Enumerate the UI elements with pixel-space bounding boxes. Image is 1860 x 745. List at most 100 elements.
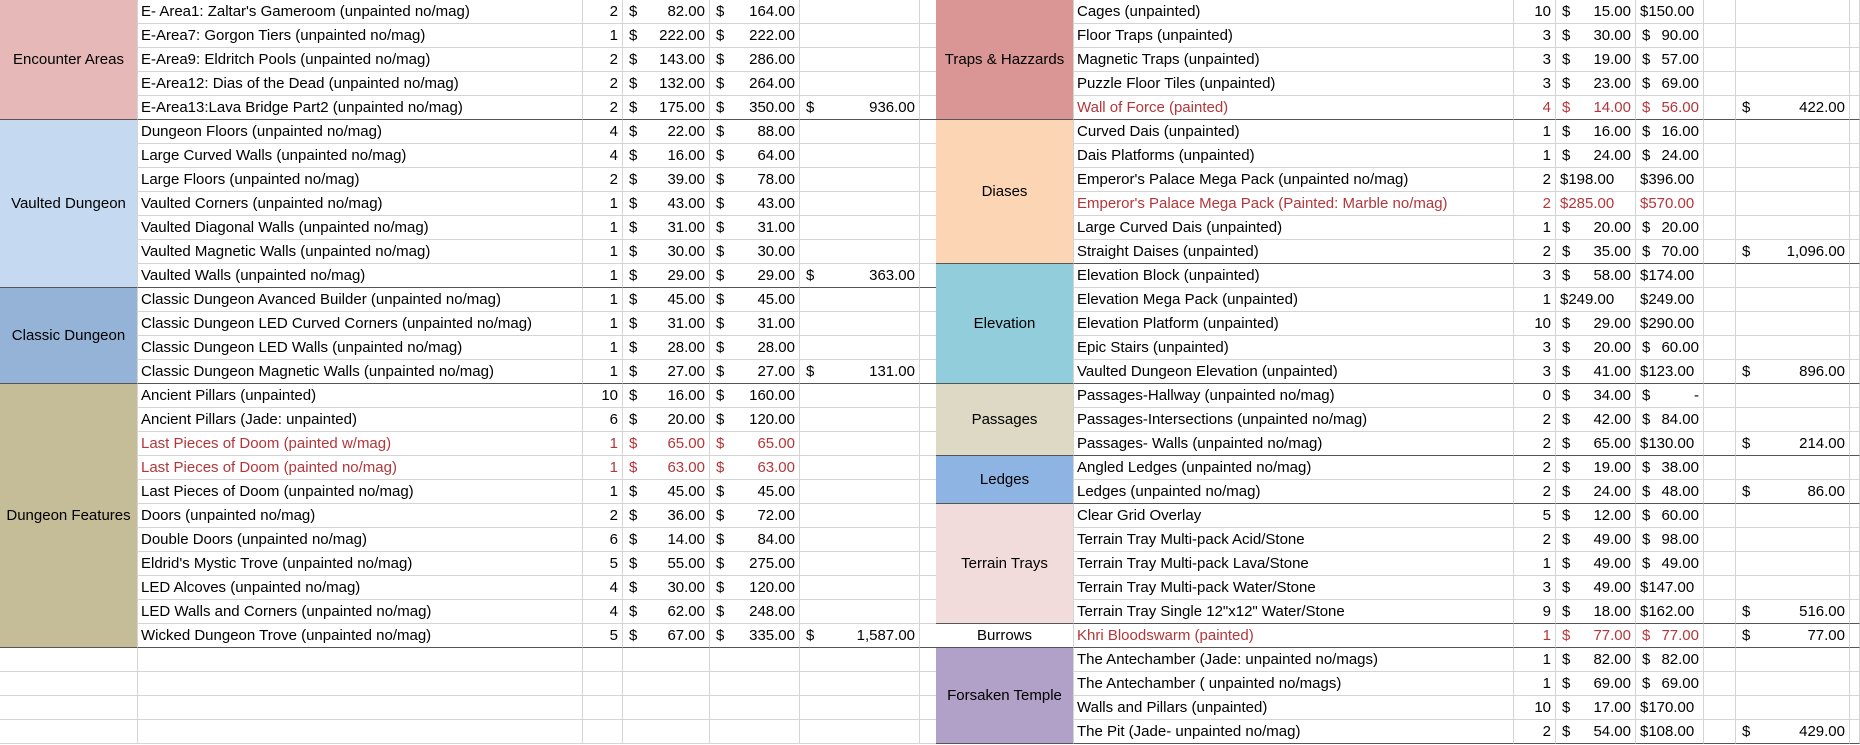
item-name-cell[interactable]: Large Floors (unpainted no/mag) xyxy=(138,168,583,192)
line-total-cell[interactable]: $31.00 xyxy=(710,216,800,240)
unit-price-cell[interactable]: $12.00 xyxy=(1556,504,1636,528)
unit-price-cell[interactable]: $31.00 xyxy=(623,312,710,336)
unit-price-cell[interactable]: $77.00 xyxy=(1556,624,1636,648)
unit-price-cell[interactable]: $65.00 xyxy=(623,432,710,456)
empty-cell[interactable] xyxy=(0,648,138,672)
unit-price-cell[interactable]: $19.00 xyxy=(1556,48,1636,72)
empty-cell[interactable] xyxy=(800,720,920,744)
line-total-cell[interactable]: $290.00 xyxy=(1636,312,1704,336)
line-total-cell[interactable]: $64.00 xyxy=(710,144,800,168)
unit-price-cell[interactable]: $42.00 xyxy=(1556,408,1636,432)
quantity-cell[interactable]: 4 xyxy=(583,144,623,168)
quantity-cell[interactable]: 1 xyxy=(1514,216,1556,240)
empty-cell[interactable] xyxy=(1850,672,1860,696)
empty-cell[interactable] xyxy=(1704,120,1736,144)
unit-price-cell[interactable]: $36.00 xyxy=(623,504,710,528)
empty-cell[interactable] xyxy=(0,720,138,744)
unit-price-cell[interactable]: $29.00 xyxy=(623,264,710,288)
quantity-cell[interactable]: 3 xyxy=(1514,24,1556,48)
unit-price-cell[interactable]: $54.00 xyxy=(1556,720,1636,744)
unit-price-cell[interactable]: $19.00 xyxy=(1556,456,1636,480)
empty-cell[interactable] xyxy=(1704,576,1736,600)
quantity-cell[interactable]: 4 xyxy=(583,576,623,600)
item-name-cell[interactable]: E-Area12: Dias of the Dead (unpainted no… xyxy=(138,72,583,96)
line-total-cell[interactable]: $150.00 xyxy=(1636,0,1704,24)
line-total-cell[interactable]: $123.00 xyxy=(1636,360,1704,384)
empty-cell[interactable] xyxy=(1736,312,1850,336)
unit-price-cell[interactable]: $35.00 xyxy=(1556,240,1636,264)
empty-cell[interactable] xyxy=(1704,192,1736,216)
empty-cell[interactable] xyxy=(1704,216,1736,240)
quantity-cell[interactable]: 3 xyxy=(1514,360,1556,384)
line-total-cell[interactable]: $ - xyxy=(1636,384,1704,408)
empty-cell[interactable] xyxy=(1850,456,1860,480)
quantity-cell[interactable]: 4 xyxy=(1514,96,1556,120)
unit-price-cell[interactable]: $24.00 xyxy=(1556,480,1636,504)
empty-cell[interactable] xyxy=(1850,552,1860,576)
quantity-cell[interactable]: 1 xyxy=(583,456,623,480)
unit-price-cell[interactable]: $82.00 xyxy=(1556,648,1636,672)
empty-cell[interactable] xyxy=(800,168,920,192)
empty-cell[interactable] xyxy=(1850,72,1860,96)
empty-cell[interactable] xyxy=(1736,672,1850,696)
empty-cell[interactable] xyxy=(1704,528,1736,552)
empty-cell[interactable] xyxy=(1704,552,1736,576)
line-total-cell[interactable]: $45.00 xyxy=(710,288,800,312)
quantity-cell[interactable]: 10 xyxy=(1514,312,1556,336)
item-name-cell[interactable]: The Pit (Jade- unpainted no/mag) xyxy=(1074,720,1514,744)
line-total-cell[interactable]: $72.00 xyxy=(710,504,800,528)
unit-price-cell[interactable]: $132.00 xyxy=(623,72,710,96)
empty-cell[interactable] xyxy=(800,216,920,240)
empty-cell[interactable] xyxy=(1736,576,1850,600)
item-name-cell[interactable]: Ancient Pillars (unpainted) xyxy=(138,384,583,408)
item-name-cell[interactable]: Vaulted Dungeon Elevation (unpainted) xyxy=(1074,360,1514,384)
empty-cell[interactable] xyxy=(800,192,920,216)
unit-price-cell[interactable]: $82.00 xyxy=(623,0,710,24)
item-name-cell[interactable]: Last Pieces of Doom (painted w/mag) xyxy=(138,432,583,456)
empty-cell[interactable] xyxy=(800,336,920,360)
item-name-cell[interactable]: Elevation Platform (unpainted) xyxy=(1074,312,1514,336)
unit-price-cell[interactable]: $27.00 xyxy=(623,360,710,384)
item-name-cell[interactable]: Clear Grid Overlay xyxy=(1074,504,1514,528)
item-name-cell[interactable]: The Antechamber (Jade: unpainted no/mags… xyxy=(1074,648,1514,672)
unit-price-cell[interactable]: $22.00 xyxy=(623,120,710,144)
empty-cell[interactable] xyxy=(0,696,138,720)
quantity-cell[interactable]: 1 xyxy=(1514,288,1556,312)
quantity-cell[interactable]: 1 xyxy=(583,336,623,360)
empty-cell[interactable] xyxy=(1704,336,1736,360)
item-name-cell[interactable]: Passages- Walls (unpainted no/mag) xyxy=(1074,432,1514,456)
item-name-cell[interactable]: Wall of Force (painted) xyxy=(1074,96,1514,120)
empty-cell[interactable] xyxy=(800,384,920,408)
quantity-cell[interactable]: 1 xyxy=(1514,120,1556,144)
line-total-cell[interactable]: $60.00 xyxy=(1636,504,1704,528)
line-total-cell[interactable]: $160.00 xyxy=(710,384,800,408)
empty-cell[interactable] xyxy=(1704,384,1736,408)
item-name-cell[interactable]: E- Area1: Zaltar's Gameroom (unpainted n… xyxy=(138,0,583,24)
empty-cell[interactable] xyxy=(800,288,920,312)
line-total-cell[interactable]: $147.00 xyxy=(1636,576,1704,600)
empty-cell[interactable] xyxy=(1736,264,1850,288)
empty-cell[interactable] xyxy=(0,672,138,696)
line-total-cell[interactable]: $82.00 xyxy=(1636,648,1704,672)
empty-cell[interactable] xyxy=(1850,480,1860,504)
quantity-cell[interactable]: 2 xyxy=(1514,408,1556,432)
line-total-cell[interactable]: $20.00 xyxy=(1636,216,1704,240)
quantity-cell[interactable]: 2 xyxy=(583,168,623,192)
line-total-cell[interactable]: $120.00 xyxy=(710,576,800,600)
quantity-cell[interactable]: 1 xyxy=(583,24,623,48)
unit-price-cell[interactable]: $63.00 xyxy=(623,456,710,480)
empty-cell[interactable] xyxy=(1850,216,1860,240)
line-total-cell[interactable]: $24.00 xyxy=(1636,144,1704,168)
item-name-cell[interactable]: Last Pieces of Doom (unpainted no/mag) xyxy=(138,480,583,504)
line-total-cell[interactable]: $69.00 xyxy=(1636,72,1704,96)
empty-cell[interactable] xyxy=(1704,432,1736,456)
empty-cell[interactable] xyxy=(710,720,800,744)
empty-cell[interactable] xyxy=(1704,408,1736,432)
quantity-cell[interactable]: 1 xyxy=(583,240,623,264)
line-total-cell[interactable]: $130.00 xyxy=(1636,432,1704,456)
quantity-cell[interactable]: 2 xyxy=(1514,720,1556,744)
unit-price-cell[interactable]: $69.00 xyxy=(1556,672,1636,696)
quantity-cell[interactable]: 1 xyxy=(583,264,623,288)
quantity-cell[interactable]: 0 xyxy=(1514,384,1556,408)
empty-cell[interactable] xyxy=(800,24,920,48)
